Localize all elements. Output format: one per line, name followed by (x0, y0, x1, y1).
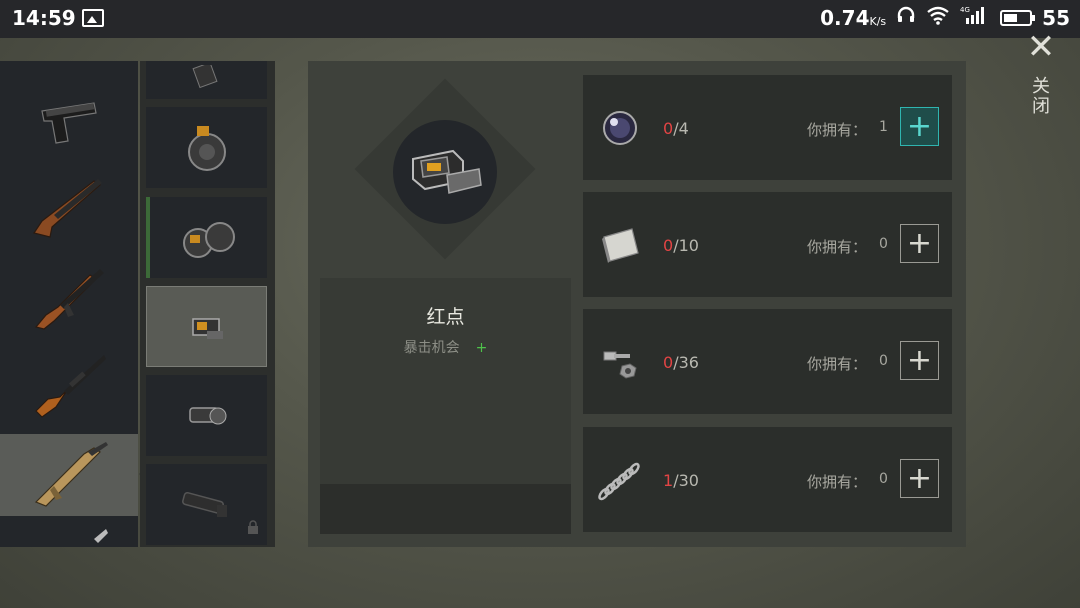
bolt-nut-icon (595, 337, 645, 387)
material-required: /30 (673, 471, 699, 490)
attachment-item-scope-long[interactable] (146, 464, 267, 545)
material-count: 0/36 (663, 353, 699, 372)
material-current: 1 (663, 471, 674, 490)
material-own-count: 0 (879, 471, 888, 487)
material-row-metal-sheet: 0/10 你拥有： 0 + (583, 192, 952, 297)
network-speed-unit: K/s (869, 14, 887, 28)
material-own-label: 你拥有： (807, 121, 868, 139)
weapon-item-sniper[interactable] (0, 345, 138, 427)
wifi-icon (926, 5, 950, 30)
material-count: 0/10 (663, 236, 699, 255)
scope-2x-icon (188, 406, 226, 424)
sniper-rifle-icon (35, 355, 106, 418)
weapon-item-pistol[interactable] (0, 75, 138, 157)
material-required: /36 (673, 353, 699, 372)
close-icon[interactable]: ✕ (1024, 30, 1058, 64)
partial-rifle-icon (94, 529, 108, 543)
material-count: 0/4 (663, 119, 689, 138)
material-row-spring: 1/30 你拥有： 0 + (583, 427, 952, 532)
battery-fill (1004, 13, 1018, 22)
lock-icon (247, 520, 259, 537)
network-speed: 0.74K/s (820, 6, 886, 30)
attachment-item-scope-2x[interactable] (146, 375, 267, 456)
item-info-footer (320, 484, 571, 534)
magazine-icon (191, 65, 218, 89)
ak-rifle-icon (34, 269, 104, 330)
item-stat-label: 暴击机会 (403, 340, 460, 356)
red-dot-sight-large-icon (412, 149, 482, 194)
material-count: 1/30 (663, 471, 699, 490)
status-time: 14:59 (12, 6, 76, 30)
material-own-count: 0 (879, 353, 888, 369)
image-icon (82, 9, 104, 27)
scar-rifle-icon (34, 442, 108, 507)
item-stat-value: + (475, 340, 488, 356)
add-bolt-nut-button[interactable]: + (900, 341, 939, 380)
attachment-item-dual-drum[interactable] (146, 197, 267, 278)
red-dot-sight-icon (191, 317, 223, 339)
material-own-label: 你拥有： (807, 473, 868, 491)
add-lens-button[interactable]: + (900, 107, 939, 146)
lens-icon (595, 103, 645, 153)
close-button[interactable]: 关闭 (1029, 76, 1052, 116)
weapon-item-scar[interactable] (0, 434, 138, 516)
headphones-icon (896, 5, 916, 30)
material-own-count: 0 (879, 236, 888, 252)
add-metal-sheet-button[interactable]: + (900, 224, 939, 263)
scope-long-icon (181, 491, 227, 517)
attachment-item-red-dot[interactable] (146, 286, 267, 367)
material-current: 0 (663, 353, 674, 372)
material-required: /10 (673, 236, 699, 255)
weapon-item-ak[interactable] (0, 257, 138, 339)
material-own-label: 你拥有： (807, 355, 868, 373)
svg-text:4G: 4G (960, 6, 970, 14)
drum-magazine-icon (187, 125, 226, 171)
dual-drum-magazine-icon (182, 221, 235, 258)
metal-sheet-icon (595, 220, 645, 270)
add-spring-button[interactable]: + (900, 459, 939, 498)
material-own-count: 1 (879, 119, 888, 135)
item-name: 红点 (426, 306, 465, 328)
attachment-list[interactable] (140, 61, 275, 547)
material-row-lens: 0/4 你拥有： 1 + (583, 75, 952, 180)
material-required: /4 (673, 119, 689, 138)
battery-percent: 55 (1042, 5, 1070, 30)
battery-icon (1000, 9, 1036, 26)
weapon-list[interactable] (0, 61, 138, 547)
material-current: 0 (663, 236, 674, 255)
item-stat: 暴击机会 + (320, 337, 571, 357)
shotgun-icon (33, 179, 102, 238)
spring-icon (595, 455, 645, 505)
weapon-item-partial[interactable] (0, 521, 138, 547)
attachment-item-magazine[interactable] (146, 61, 267, 99)
weapon-item-shotgun[interactable] (0, 165, 138, 247)
material-current: 0 (663, 119, 674, 138)
material-row-bolt-nut: 0/36 你拥有： 0 + (583, 309, 952, 414)
material-own-label: 你拥有： (807, 238, 868, 256)
network-speed-value: 0.74 (820, 5, 870, 30)
signal-4g-icon: 4G (960, 5, 990, 30)
item-preview (393, 120, 497, 224)
attachment-item-drum-magazine[interactable] (146, 107, 267, 188)
item-info-box: 红点 暴击机会 + (320, 278, 571, 534)
pistol-icon (41, 102, 97, 144)
status-bar: 14:59 0.74K/s 4G 55 (0, 0, 1080, 38)
